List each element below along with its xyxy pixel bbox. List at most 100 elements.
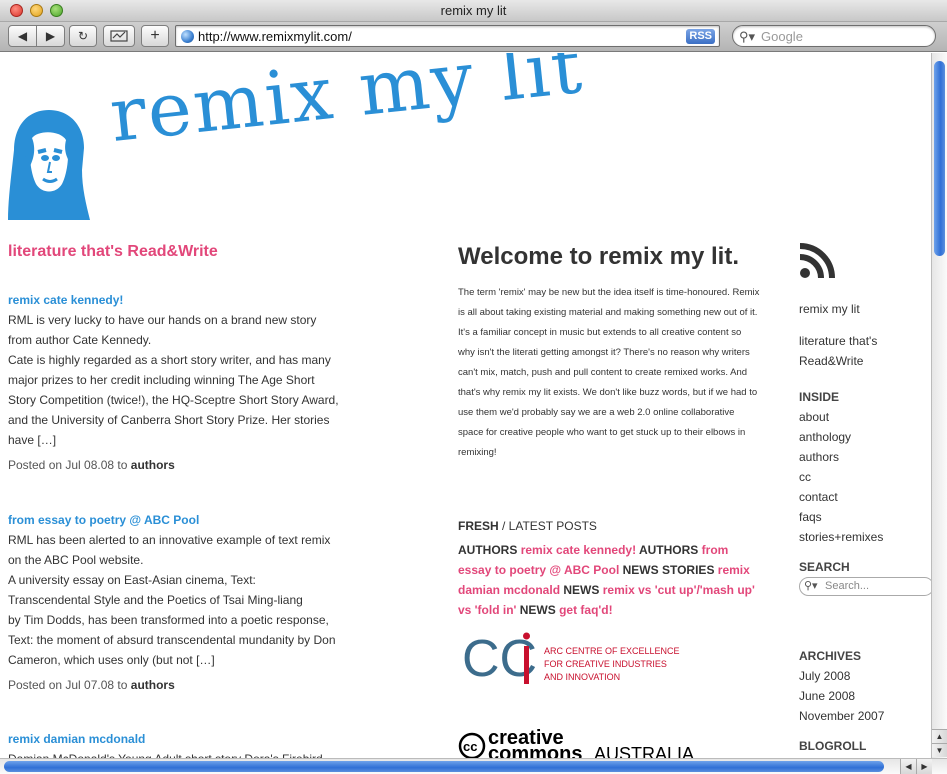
post-excerpt-line: Cameron, which uses only (but not […] bbox=[8, 653, 215, 667]
google-search-field[interactable]: ⚲▾ Google bbox=[732, 25, 936, 47]
archives-heading: ARCHIVES bbox=[799, 649, 862, 663]
cc-word-2: commons bbox=[488, 743, 582, 758]
post-date: Posted on Jul 07.08 to bbox=[8, 678, 128, 692]
cci-line-3: AND INNOVATION bbox=[544, 672, 620, 682]
google-search-placeholder: Google bbox=[761, 29, 803, 44]
archive-link[interactable]: July 2008 bbox=[799, 666, 884, 686]
page-viewport: remix my lit literature that's Read&Writ… bbox=[0, 53, 931, 758]
post-title-link[interactable]: from essay to poetry @ ABC Pool bbox=[8, 510, 348, 530]
scroll-up-button[interactable]: ▲ bbox=[932, 729, 947, 743]
address-bar[interactable]: http://www.remixmylit.com/ RSS bbox=[175, 25, 720, 47]
post-excerpt-line: A university essay on East-Asian cinema,… bbox=[8, 573, 256, 587]
reload-icon: ↻ bbox=[77, 29, 89, 43]
rss-badge[interactable]: RSS bbox=[686, 29, 715, 44]
vertical-scroll-thumb[interactable] bbox=[934, 61, 945, 256]
sidebar-tagline-line: Read&Write bbox=[799, 354, 864, 368]
cc-word-3: AUSTRALIA bbox=[594, 744, 694, 758]
sidebar-search-placeholder: Search... bbox=[825, 580, 870, 592]
fresh-category: NEWS bbox=[622, 563, 659, 577]
fresh-heading-rest: / LATEST POSTS bbox=[498, 519, 597, 533]
vertical-scrollbar[interactable]: ▲ ▼ bbox=[931, 53, 947, 758]
fresh-category: NEWS bbox=[563, 583, 600, 597]
post-title-link[interactable]: remix damian mcdonald bbox=[8, 729, 348, 749]
search-icon: ⚲▾ bbox=[804, 580, 818, 592]
search-heading: SEARCH bbox=[799, 560, 850, 574]
post-excerpt-line: have […] bbox=[8, 433, 57, 447]
post-excerpt-line: and the University of Canberra Short Sto… bbox=[8, 413, 330, 427]
post-excerpt-line: from author Cate Kennedy. bbox=[8, 333, 152, 347]
archive-link[interactable]: June 2008 bbox=[799, 686, 884, 706]
sidebar-link-contact[interactable]: contact bbox=[799, 487, 883, 507]
post-excerpt-line: Damian McDonald's Young Adult short stor… bbox=[8, 749, 348, 758]
sidebar-tagline-line: literature that's bbox=[799, 334, 878, 348]
sidebar-search-input[interactable]: ⚲▾ Search... bbox=[799, 577, 931, 596]
snapback-icon bbox=[110, 30, 128, 42]
cci-line-2: FOR CREATIVE INDUSTRIES bbox=[544, 659, 667, 669]
back-button[interactable]: ◀ bbox=[8, 25, 37, 47]
window-titlebar: remix my lit bbox=[0, 0, 947, 22]
welcome-heading: Welcome to remix my lit. bbox=[458, 243, 739, 270]
horizontal-scroll-thumb[interactable] bbox=[4, 761, 884, 772]
forward-arrow-icon: ▶ bbox=[45, 29, 56, 43]
sidebar-link-about[interactable]: about bbox=[799, 407, 883, 427]
rss-feed-icon[interactable] bbox=[799, 243, 835, 279]
svg-text:cc: cc bbox=[463, 739, 477, 754]
sidebar-link-faqs[interactable]: faqs bbox=[799, 507, 883, 527]
scroll-left-button[interactable]: ◀ bbox=[900, 759, 916, 774]
back-arrow-icon: ◀ bbox=[17, 29, 28, 43]
fresh-post-link[interactable]: remix cate kennedy! bbox=[521, 543, 636, 557]
fresh-heading: FRESH / LATEST POSTS bbox=[458, 519, 597, 533]
sidebar-site-name[interactable]: remix my lit bbox=[799, 299, 860, 319]
fresh-category: STORIES bbox=[661, 563, 715, 577]
inside-heading: INSIDE bbox=[799, 390, 840, 404]
welcome-text: The term 'remix' may be new but the idea… bbox=[458, 287, 760, 458]
fresh-category: NEWS bbox=[519, 603, 556, 617]
post-excerpt-line: Text: the moment of absurd transcendenta… bbox=[8, 633, 336, 647]
post-excerpt-line: major prizes to her credit including win… bbox=[8, 373, 315, 387]
post-excerpt-line: by Tim Dodds, has been transformed into … bbox=[8, 613, 329, 627]
post-entry: remix damian mcdonald Damian McDonald's … bbox=[8, 729, 348, 758]
logo-face-image[interactable] bbox=[8, 108, 90, 220]
fresh-category: AUTHORS bbox=[458, 543, 518, 557]
fresh-post-link[interactable]: get faq'd! bbox=[559, 603, 613, 617]
forward-button[interactable]: ▶ bbox=[36, 25, 65, 47]
reload-button[interactable]: ↻ bbox=[69, 25, 97, 47]
post-excerpt-line: Story Competition (twice!), the HQ-Scept… bbox=[8, 393, 339, 407]
post-category-link[interactable]: authors bbox=[131, 458, 175, 472]
post-date: Posted on Jul 08.08 to bbox=[8, 458, 128, 472]
cci-line-1: ARC CENTRE OF EXCELLENCE bbox=[544, 646, 680, 656]
sidebar-link-cc[interactable]: cc bbox=[799, 467, 883, 487]
creative-commons-logo[interactable]: cc creative commons AUSTRALIA bbox=[458, 728, 698, 758]
post-entry: from essay to poetry @ ABC Pool RML has … bbox=[8, 510, 348, 695]
sidebar-link-anthology[interactable]: anthology bbox=[799, 427, 883, 447]
sidebar-tagline: literature that's Read&Write bbox=[799, 331, 877, 371]
post-excerpt-line: RML is very lucky to have our hands on a… bbox=[8, 313, 317, 327]
post-title-link[interactable]: remix cate kennedy! bbox=[8, 290, 348, 310]
search-icon: ⚲▾ bbox=[739, 29, 756, 44]
scroll-right-button[interactable]: ▶ bbox=[916, 759, 932, 774]
fresh-category: AUTHORS bbox=[638, 543, 699, 557]
sidebar-archives: ARCHIVES July 2008 June 2008 November 20… bbox=[799, 646, 884, 726]
sidebar-inside: INSIDE about anthology authors cc contac… bbox=[799, 387, 883, 547]
address-bar-url[interactable]: http://www.remixmylit.com/ bbox=[198, 29, 352, 44]
blogroll-heading: BLOGROLL bbox=[799, 739, 867, 753]
sidebar-link-authors[interactable]: authors bbox=[799, 447, 883, 467]
add-bookmark-button[interactable]: + bbox=[141, 25, 169, 47]
cci-logo[interactable]: CC ARC CENTRE OF EXCELLENCE FOR CREATIVE… bbox=[462, 628, 702, 688]
archive-link[interactable]: November 2007 bbox=[799, 706, 884, 726]
post-entry: remix cate kennedy! RML is very lucky to… bbox=[8, 290, 348, 475]
post-category-link[interactable]: authors bbox=[131, 678, 175, 692]
fresh-heading-bold: FRESH bbox=[458, 519, 499, 533]
horizontal-scrollbar[interactable]: ◀ ▶ bbox=[0, 758, 947, 774]
post-meta: Posted on Jul 08.08 to authors bbox=[8, 455, 348, 475]
post-excerpt-line: Cate is highly regarded as a short story… bbox=[8, 353, 331, 367]
scroll-down-button[interactable]: ▼ bbox=[932, 743, 947, 757]
fresh-list: AUTHORS remix cate kennedy! AUTHORS from… bbox=[458, 540, 758, 620]
site-logo-text[interactable]: remix my lit bbox=[106, 53, 587, 159]
window-title: remix my lit bbox=[440, 3, 507, 18]
post-meta: Posted on Jul 07.08 to authors bbox=[8, 675, 348, 695]
snapback-button[interactable] bbox=[103, 25, 135, 47]
post-excerpt-line: RML has been alerted to an innovative ex… bbox=[8, 533, 331, 547]
browser-toolbar: ◀ ▶ ↻ + http://www.remixmylit.com/ RSS ⚲… bbox=[0, 22, 947, 52]
sidebar-link-stories-remixes[interactable]: stories+remixes bbox=[799, 527, 883, 547]
